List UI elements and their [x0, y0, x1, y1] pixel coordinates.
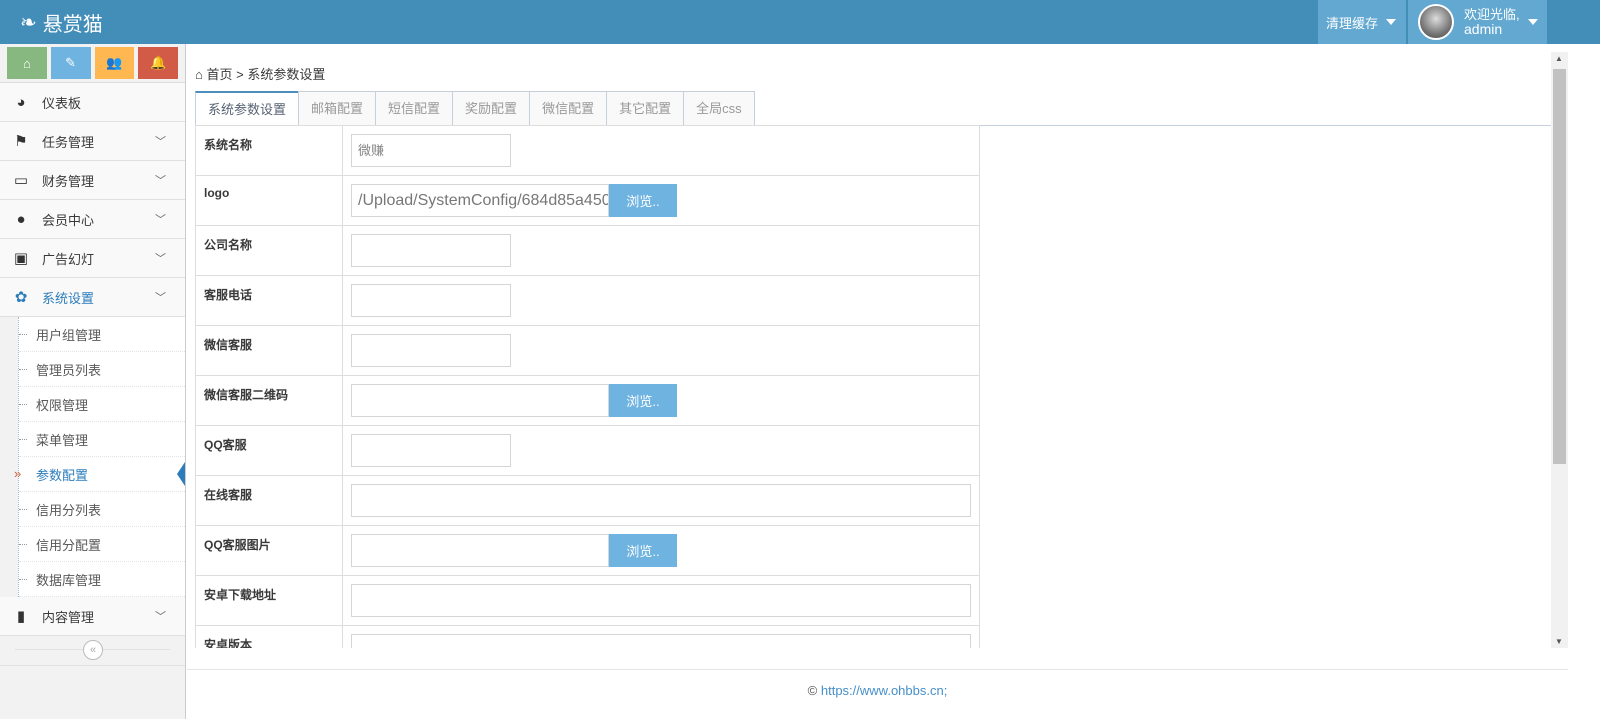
- company-name-input[interactable]: [351, 234, 511, 267]
- collapse-sidebar-button[interactable]: «: [83, 640, 103, 660]
- tab-system-params[interactable]: 系统参数设置: [195, 91, 300, 126]
- dashboard-icon: ◕: [16, 93, 26, 111]
- submenu-item-user-groups[interactable]: 用户组管理: [19, 317, 185, 352]
- sidebar-item-content[interactable]: ▮ 内容管理 ﹀: [0, 597, 185, 636]
- chevron-down-icon: ﹀: [155, 292, 166, 304]
- qq-image-browse-button[interactable]: 浏览..: [609, 534, 677, 567]
- scrollbar-thumb[interactable]: [1553, 69, 1566, 464]
- submenu-item-menus[interactable]: 菜单管理: [19, 422, 185, 457]
- sidebar-item-members[interactable]: ● 会员中心 ﹀: [0, 200, 185, 239]
- footer-link[interactable]: https://www.ohbbs.cn;: [821, 683, 947, 698]
- welcome-text: 欢迎光临,: [1464, 7, 1520, 22]
- wechat-qrcode-file-input[interactable]: [351, 384, 609, 417]
- submenu-item-database[interactable]: 数据库管理: [19, 562, 185, 597]
- tab-email[interactable]: 邮箱配置: [298, 91, 377, 125]
- breadcrumb-home-link[interactable]: 首页: [206, 67, 232, 82]
- tab-other[interactable]: 其它配置: [606, 91, 685, 125]
- sidebar-item-finance[interactable]: ▭ 财务管理 ﹀: [0, 161, 185, 200]
- online-service-input[interactable]: [351, 484, 971, 517]
- breadcrumb: ⌂ 首页 > 系统参数设置: [195, 67, 326, 82]
- sidebar-item-tasks[interactable]: ⚑ 任务管理 ﹀: [0, 122, 185, 161]
- form-row: 安卓版本: [195, 625, 980, 648]
- users-shortcut-button[interactable]: 👥: [94, 47, 135, 79]
- chevron-down-icon: ﹀: [155, 253, 166, 265]
- form-row: QQ客服: [195, 425, 980, 476]
- form-row: logo/Upload/SystemConfig/684d85a45041浏览.…: [195, 175, 980, 226]
- submenu-item-credit-config[interactable]: 信用分配置: [19, 527, 185, 562]
- chevron-down-icon: ﹀: [155, 136, 166, 148]
- sidebar-item-system-settings[interactable]: ✿ 系统设置 ﹀: [0, 278, 185, 317]
- submenu-item-admin-list[interactable]: 管理员列表: [19, 352, 185, 387]
- wechat-service-input[interactable]: [351, 334, 511, 367]
- home-icon: ⌂: [195, 67, 203, 82]
- service-phone-input[interactable]: [351, 284, 511, 317]
- qq-service-input[interactable]: [351, 434, 511, 467]
- scroll-down-icon[interactable]: ▼: [1555, 637, 1563, 646]
- gear-icon: ✿: [14, 289, 28, 306]
- sidebar-item-dashboard[interactable]: ◕ 仪表板: [0, 83, 185, 122]
- tab-wechat[interactable]: 微信配置: [529, 91, 608, 125]
- submenu-item-credit-list[interactable]: 信用分列表: [19, 492, 185, 527]
- submenu-item-params-config[interactable]: 参数配置: [14, 457, 185, 492]
- system-name-input[interactable]: 微赚: [351, 134, 511, 167]
- form-row: 系统名称 微赚: [195, 125, 980, 176]
- sidebar-collapse: «: [0, 636, 185, 666]
- form-row: QQ客服图片 浏览..: [195, 525, 980, 576]
- top-navbar: ❧ 悬赏猫 清理缓存 欢迎光临, admin: [0, 0, 1600, 44]
- shortcut-buttons: ⌂ ✎ 👥 🔔: [0, 44, 185, 83]
- flag-icon: ⚑: [14, 133, 28, 150]
- form-row: 安卓下载地址: [195, 575, 980, 626]
- wechat-qrcode-browse-button[interactable]: 浏览..: [609, 384, 677, 417]
- chevron-down-icon: ﹀: [155, 214, 166, 226]
- tab-rewards[interactable]: 奖励配置: [452, 91, 531, 125]
- main-content: ⌂ 首页 > 系统参数设置 系统参数设置 邮箱配置 短信配置 奖励配置 微信配置…: [187, 44, 1568, 648]
- form-row: 客服电话: [195, 275, 980, 326]
- system-settings-submenu: 用户组管理 管理员列表 权限管理 菜单管理 参数配置 信用分列表 信用分配置 数…: [14, 317, 185, 597]
- footer: © https://www.ohbbs.cn;: [187, 669, 1568, 719]
- user-menu-dropdown[interactable]: 欢迎光临, admin: [1408, 0, 1547, 44]
- form-row: 微信客服: [195, 325, 980, 376]
- logo-file-input[interactable]: /Upload/SystemConfig/684d85a45041: [351, 184, 609, 217]
- hdd-icon: ▭: [13, 172, 29, 189]
- clear-cache-dropdown[interactable]: 清理缓存: [1318, 0, 1406, 44]
- caret-down-icon: [1386, 19, 1397, 25]
- android-download-url-input[interactable]: [351, 584, 971, 617]
- logo-browse-button[interactable]: 浏览..: [609, 184, 677, 217]
- settings-form: 系统名称 微赚 logo/Upload/SystemConfig/684d85a4…: [195, 125, 980, 648]
- edit-shortcut-button[interactable]: ✎: [50, 47, 91, 79]
- form-row: 公司名称: [195, 225, 980, 276]
- username: admin: [1464, 21, 1503, 37]
- caret-down-icon: [1527, 19, 1538, 25]
- sidebar-item-ads[interactable]: ▣ 广告幻灯 ﹀: [0, 239, 185, 278]
- leaf-icon: ❧: [20, 12, 37, 34]
- chevron-down-icon: ﹀: [155, 611, 166, 623]
- scroll-up-icon[interactable]: ▲: [1555, 54, 1563, 63]
- brand[interactable]: ❧ 悬赏猫: [20, 8, 103, 37]
- avatar: [1418, 4, 1454, 40]
- form-row: 微信客服二维码 浏览..: [195, 375, 980, 426]
- tab-global-css[interactable]: 全局css: [683, 91, 755, 125]
- bell-shortcut-button[interactable]: 🔔: [138, 47, 178, 79]
- submenu-item-permissions[interactable]: 权限管理: [19, 387, 185, 422]
- android-version-input[interactable]: [351, 634, 971, 648]
- vertical-scrollbar[interactable]: ▲ ▼: [1551, 52, 1568, 648]
- sidebar: ⌂ ✎ 👥 🔔 ◕ 仪表板 ⚑ 任务管理 ﹀ ▭ 财务管理 ﹀ ● 会员中心 ﹀ ▣ 广告幻灯 ﹀…: [0, 44, 186, 719]
- breadcrumb-current: 系统参数设置: [247, 67, 326, 82]
- form-row: 在线客服: [195, 475, 980, 526]
- qq-image-file-input[interactable]: [351, 534, 609, 567]
- book-icon: ▮: [16, 608, 26, 625]
- chevron-down-icon: ﹀: [155, 175, 166, 187]
- tab-sms[interactable]: 短信配置: [375, 91, 454, 125]
- home-shortcut-button[interactable]: ⌂: [7, 47, 47, 79]
- user-icon: ●: [16, 210, 26, 228]
- picture-icon: ▣: [13, 250, 29, 267]
- config-tabs: 系统参数设置 邮箱配置 短信配置 奖励配置 微信配置 其它配置 全局css: [195, 91, 1552, 126]
